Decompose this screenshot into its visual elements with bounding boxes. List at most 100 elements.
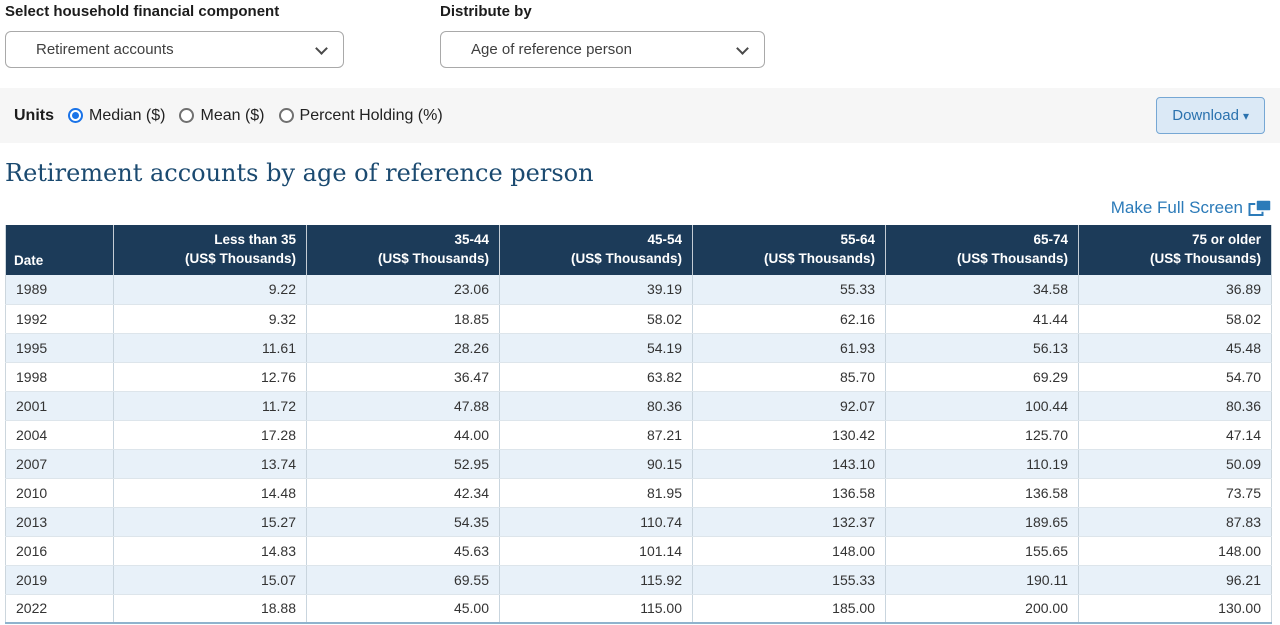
- value-cell: 73.75: [1079, 478, 1272, 507]
- value-cell: 190.11: [886, 565, 1079, 594]
- column-header: Less than 35(US$ Thousands): [114, 225, 307, 275]
- value-cell: 42.34: [307, 478, 500, 507]
- chevron-down-icon: [315, 42, 328, 55]
- value-cell: 85.70: [693, 362, 886, 391]
- radio-icon[interactable]: [179, 108, 194, 123]
- radio-selected-icon[interactable]: [68, 108, 83, 123]
- column-header-range: Less than 35: [124, 230, 296, 249]
- caret-down-icon: ▾: [1243, 109, 1249, 123]
- value-cell: 110.74: [500, 507, 693, 536]
- value-cell: 132.37: [693, 507, 886, 536]
- value-cell: 87.21: [500, 420, 693, 449]
- table-body: 19899.2223.0639.1955.3334.5836.8919929.3…: [6, 275, 1272, 623]
- value-cell: 136.58: [693, 478, 886, 507]
- value-cell: 110.19: [886, 449, 1079, 478]
- value-cell: 11.61: [114, 333, 307, 362]
- table-row: 200111.7247.8880.3692.07100.4480.36: [6, 391, 1272, 420]
- value-cell: 44.00: [307, 420, 500, 449]
- table-row: 201915.0769.55115.92155.33190.1196.21: [6, 565, 1272, 594]
- value-cell: 101.14: [500, 536, 693, 565]
- table-row: 19899.2223.0639.1955.3334.5836.89: [6, 275, 1272, 304]
- distribute-filter-group: Distribute by Age of reference person: [440, 3, 765, 68]
- value-cell: 54.35: [307, 507, 500, 536]
- unit-option-radio[interactable]: Mean ($): [179, 107, 264, 125]
- download-button-label: Download: [1172, 107, 1239, 124]
- table-row: 199812.7636.4763.8285.7069.2954.70: [6, 362, 1272, 391]
- unit-option-label: Percent Holding (%): [300, 107, 443, 125]
- value-cell: 62.16: [693, 304, 886, 333]
- table-row: 199511.6128.2654.1961.9356.1345.48: [6, 333, 1272, 362]
- value-cell: 18.85: [307, 304, 500, 333]
- date-cell: 2001: [6, 391, 114, 420]
- value-cell: 200.00: [886, 594, 1079, 623]
- column-header-range: 45-54: [510, 230, 682, 249]
- unit-option-radio[interactable]: Median ($): [68, 107, 165, 125]
- value-cell: 155.33: [693, 565, 886, 594]
- date-cell: 1992: [6, 304, 114, 333]
- date-cell: 2016: [6, 536, 114, 565]
- value-cell: 58.02: [1079, 304, 1272, 333]
- column-header-units: (US$ Thousands): [317, 249, 489, 268]
- value-cell: 17.28: [114, 420, 307, 449]
- data-table: DateLess than 35(US$ Thousands)35-44(US$…: [5, 225, 1272, 624]
- table-row: 200417.2844.0087.21130.42125.7047.14: [6, 420, 1272, 449]
- value-cell: 100.44: [886, 391, 1079, 420]
- column-header-range: 65-74: [896, 230, 1068, 249]
- component-filter-label: Select household financial component: [5, 3, 344, 20]
- value-cell: 45.00: [307, 594, 500, 623]
- column-header-range: 55-64: [703, 230, 875, 249]
- column-header: 75 or older(US$ Thousands): [1079, 225, 1272, 275]
- distribute-select-value: Age of reference person: [471, 41, 632, 58]
- date-cell: 2013: [6, 507, 114, 536]
- unit-option-radio[interactable]: Percent Holding (%): [279, 107, 443, 125]
- date-cell: 2010: [6, 478, 114, 507]
- value-cell: 136.58: [886, 478, 1079, 507]
- value-cell: 36.89: [1079, 275, 1272, 304]
- value-cell: 148.00: [1079, 536, 1272, 565]
- value-cell: 148.00: [693, 536, 886, 565]
- value-cell: 34.58: [886, 275, 1079, 304]
- value-cell: 130.42: [693, 420, 886, 449]
- value-cell: 14.83: [114, 536, 307, 565]
- value-cell: 28.26: [307, 333, 500, 362]
- date-cell: 2007: [6, 449, 114, 478]
- column-header-range: 75 or older: [1089, 230, 1261, 249]
- component-select[interactable]: Retirement accounts: [5, 31, 344, 68]
- value-cell: 90.15: [500, 449, 693, 478]
- value-cell: 155.65: [886, 536, 1079, 565]
- table-row: 19929.3218.8558.0262.1641.4458.02: [6, 304, 1272, 333]
- radio-icon[interactable]: [279, 108, 294, 123]
- make-full-screen-label: Make Full Screen: [1111, 198, 1243, 218]
- value-cell: 13.74: [114, 449, 307, 478]
- table-row: 201315.2754.35110.74132.37189.6587.83: [6, 507, 1272, 536]
- value-cell: 47.88: [307, 391, 500, 420]
- value-cell: 9.32: [114, 304, 307, 333]
- make-full-screen-link[interactable]: Make Full Screen: [1111, 198, 1272, 218]
- value-cell: 81.95: [500, 478, 693, 507]
- value-cell: 54.70: [1079, 362, 1272, 391]
- value-cell: 11.72: [114, 391, 307, 420]
- column-header: 45-54(US$ Thousands): [500, 225, 693, 275]
- value-cell: 23.06: [307, 275, 500, 304]
- distribute-select[interactable]: Age of reference person: [440, 31, 765, 68]
- value-cell: 56.13: [886, 333, 1079, 362]
- value-cell: 143.10: [693, 449, 886, 478]
- value-cell: 39.19: [500, 275, 693, 304]
- units-label: Units: [14, 107, 54, 125]
- value-cell: 96.21: [1079, 565, 1272, 594]
- value-cell: 69.29: [886, 362, 1079, 391]
- units-options: Median ($) Mean ($) Percent Holding (%): [68, 107, 443, 125]
- value-cell: 45.48: [1079, 333, 1272, 362]
- column-header-units: (US$ Thousands): [1089, 249, 1261, 268]
- column-header-units: (US$ Thousands): [124, 249, 296, 268]
- chevron-down-icon: [736, 42, 749, 55]
- value-cell: 115.92: [500, 565, 693, 594]
- value-cell: 15.07: [114, 565, 307, 594]
- value-cell: 92.07: [693, 391, 886, 420]
- value-cell: 15.27: [114, 507, 307, 536]
- component-filter-group: Select household financial component Ret…: [5, 3, 344, 68]
- fullscreen-icon: [1248, 199, 1272, 217]
- download-button[interactable]: Download ▾: [1156, 97, 1265, 134]
- date-cell: 1989: [6, 275, 114, 304]
- table-row: 201014.4842.3481.95136.58136.5873.75: [6, 478, 1272, 507]
